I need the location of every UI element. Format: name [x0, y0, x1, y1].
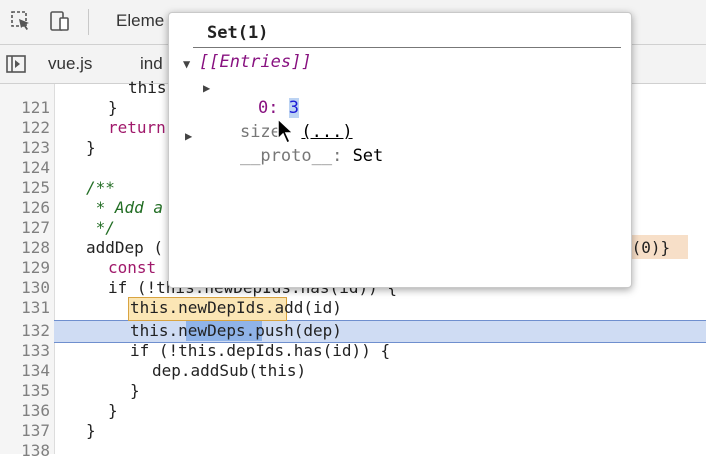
file-tab-vuejs[interactable]: vue.js — [48, 54, 92, 74]
device-toolbar-icon[interactable] — [48, 10, 70, 32]
code-text: * Add a — [86, 198, 164, 217]
code-text: if (!this.depIds.has(id)) { — [130, 341, 391, 360]
line-number: 121 — [21, 98, 50, 117]
line-number: 131 — [21, 298, 50, 317]
code-text: } — [130, 381, 140, 400]
code-text: this — [128, 78, 167, 97]
toggle-navigator-icon[interactable] — [5, 53, 27, 75]
code-text: } — [108, 401, 118, 420]
inspect-element-icon[interactable] — [10, 10, 32, 32]
line-number: 122 — [21, 118, 50, 137]
expanded-triangle-icon[interactable]: ▼ — [183, 57, 190, 71]
line-number: 123 — [21, 138, 50, 157]
entries-label[interactable]: [[Entries]] — [199, 51, 312, 73]
line-number: 124 — [21, 158, 50, 177]
code-text: this.newDepIds.add(id) — [130, 298, 342, 317]
line-number: 134 — [21, 361, 50, 380]
collapsed-triangle-icon[interactable]: ▶ — [185, 129, 192, 143]
line-number: 133 — [21, 341, 50, 360]
collapsed-triangle-icon[interactable]: ▶ — [203, 81, 210, 95]
line-number: 138 — [21, 441, 50, 460]
line-number: 135 — [21, 381, 50, 400]
code-line[interactable]: 133 if (!this.depIds.has(id)) { — [0, 341, 706, 361]
code-line[interactable]: 135 } — [0, 381, 706, 401]
popover-divider — [193, 47, 621, 48]
code-line[interactable]: 131 this.newDepIds.add(id) — [0, 298, 706, 318]
tab-elements[interactable]: Eleme — [116, 11, 164, 31]
code-text: this.newDeps.push(dep) — [130, 321, 342, 340]
line-number: 129 — [21, 258, 50, 277]
code-text: } — [86, 138, 96, 157]
mouse-cursor-icon — [277, 118, 295, 145]
code-line[interactable]: 138 — [0, 441, 706, 461]
proto-key: __proto__ — [239, 146, 333, 166]
line-number: 137 — [21, 421, 50, 440]
code-text: /** — [86, 178, 115, 197]
line-number: 130 — [21, 278, 50, 297]
code-text: dep.addSub(this) — [152, 361, 307, 380]
code-line[interactable]: 137 } — [0, 421, 706, 441]
code-line[interactable]: 134 dep.addSub(this) — [0, 361, 706, 381]
line-number: 128 — [21, 238, 50, 257]
proto-value: Set — [352, 146, 384, 166]
line-number: 126 — [21, 198, 50, 217]
file-tab-index[interactable]: ind — [140, 54, 163, 74]
object-preview-popover: Set(1) ▼ [[Entries]] ▶ 0: 3 size: (...) … — [168, 12, 632, 288]
code-text: */ — [86, 218, 115, 237]
toolbar-separator — [88, 9, 89, 35]
code-text: } — [108, 98, 118, 117]
code-line-current[interactable]: 132 this.newDeps.push(dep) — [0, 321, 706, 341]
code-text: return — [108, 118, 166, 137]
line-number: 127 — [21, 218, 50, 237]
popover-title: Set(1) — [207, 23, 269, 43]
line-number: 136 — [21, 401, 50, 420]
code-text: } — [86, 421, 96, 440]
line-number: 132 — [21, 321, 50, 340]
line-number: 125 — [21, 178, 50, 197]
code-text: addDep ( — [86, 238, 164, 257]
code-line[interactable]: 136 } — [0, 401, 706, 421]
code-text: const — [108, 258, 157, 277]
